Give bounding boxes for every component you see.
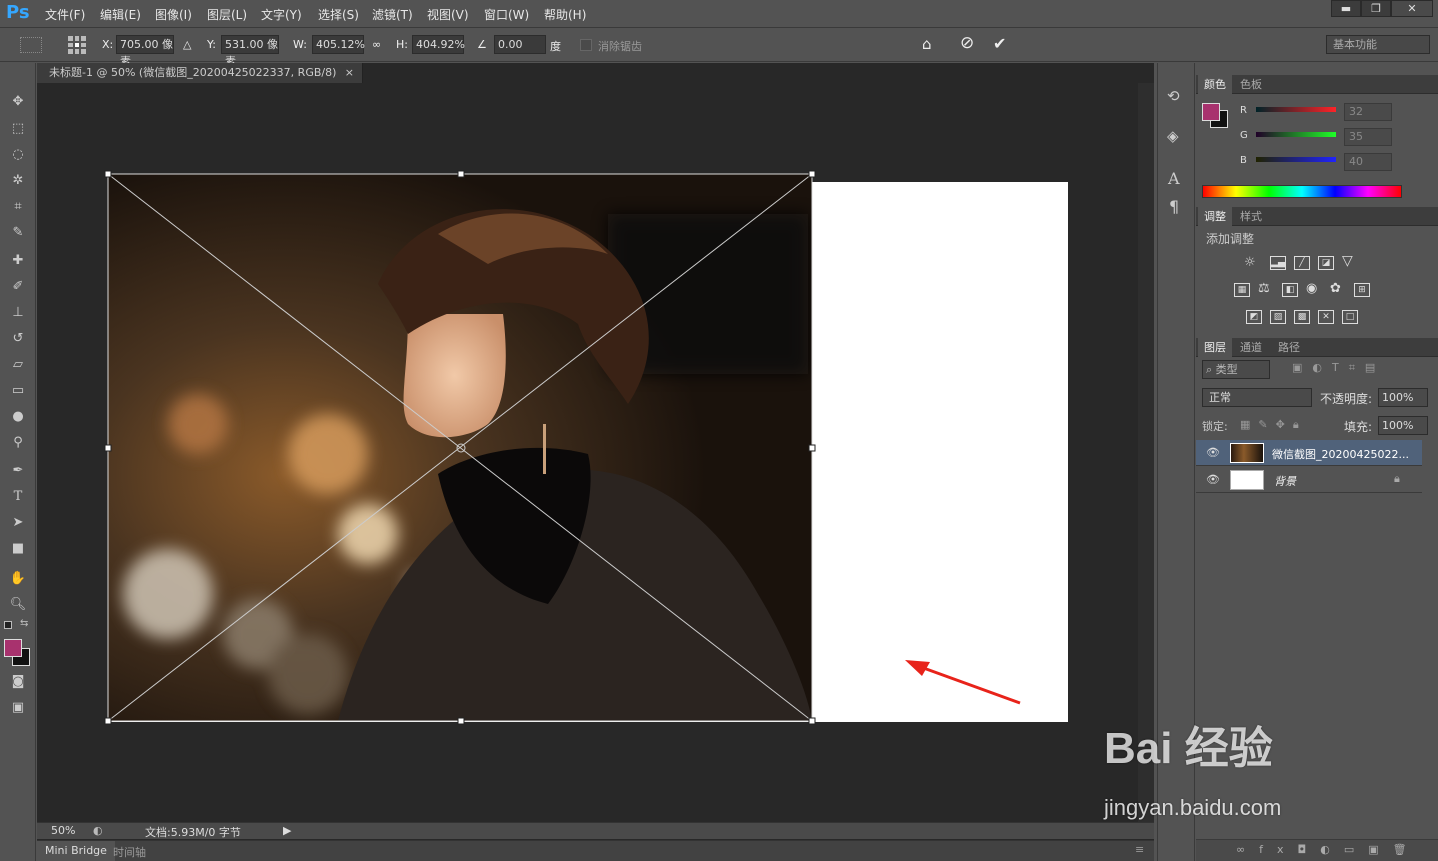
- layer-thumbnail: [1230, 470, 1264, 490]
- layers-footer: ∞fx◘◐▭▣🗑︎: [1196, 839, 1438, 861]
- transform-handle[interactable]: [808, 444, 816, 452]
- transform-handle[interactable]: [457, 170, 465, 178]
- layer-thumbnail: [1230, 443, 1264, 463]
- posterize-icon[interactable]: ▨: [1270, 310, 1286, 324]
- hue-saturation-icon[interactable]: ▦: [1234, 283, 1250, 297]
- fill-field[interactable]: 100%: [1378, 416, 1428, 435]
- transform-handle[interactable]: [104, 717, 112, 725]
- exposure-icon[interactable]: ◪: [1318, 256, 1334, 270]
- b-label: B: [1240, 155, 1247, 166]
- tab-timeline[interactable]: 时间轴: [113, 844, 146, 860]
- layer-filter-icons[interactable]: ▣◐T⌗▤: [1292, 361, 1385, 375]
- r-label: R: [1240, 105, 1247, 116]
- brightness-icon[interactable]: ☼: [1244, 255, 1256, 270]
- g-slider[interactable]: [1256, 132, 1336, 137]
- tab-swatches[interactable]: 色板: [1234, 75, 1268, 94]
- color-balance-icon[interactable]: ⚖: [1258, 281, 1270, 296]
- curves-icon[interactable]: ╱: [1294, 256, 1310, 270]
- tab-mini-bridge[interactable]: Mini Bridge: [37, 841, 115, 861]
- transform-handle[interactable]: [104, 170, 112, 178]
- layer-name[interactable]: 背景: [1274, 473, 1296, 489]
- vibrance-icon[interactable]: ▽: [1342, 253, 1353, 269]
- lock-icon: 🔒︎: [1394, 472, 1400, 485]
- opacity-field[interactable]: 100%: [1378, 388, 1428, 407]
- history-panel-icon[interactable]: ⟲: [1167, 87, 1180, 105]
- adjust-title: 添加调整: [1206, 232, 1255, 246]
- fg-color-chip[interactable]: [1202, 103, 1220, 121]
- transform-handle[interactable]: [808, 717, 816, 725]
- transform-handle[interactable]: [457, 717, 465, 725]
- black-white-icon[interactable]: ◧: [1282, 283, 1298, 297]
- layers-panel-tabs: 图层 通道 路径: [1196, 338, 1438, 357]
- adjust-panel-tabs: 调整 样式: [1196, 207, 1438, 226]
- r-slider[interactable]: [1256, 107, 1336, 112]
- layer-row-background[interactable]: 👁︎ 背景 🔒︎: [1196, 467, 1422, 493]
- transform-handle[interactable]: [808, 170, 816, 178]
- tab-paths[interactable]: 路径: [1272, 338, 1306, 357]
- document-info: 文档:5.93M/0 字节: [145, 826, 241, 839]
- g-label: G: [1240, 130, 1248, 141]
- bottom-panel-tabs: Mini Bridge 时间轴 ≡: [37, 840, 1154, 861]
- status-icon[interactable]: ◐: [93, 824, 103, 837]
- red-arrow-annotation: [905, 660, 1021, 705]
- tab-styles[interactable]: 样式: [1234, 207, 1268, 226]
- gradient-map-icon[interactable]: ✕: [1318, 310, 1334, 324]
- tab-channels[interactable]: 通道: [1234, 338, 1268, 357]
- g-value[interactable]: 35: [1344, 128, 1392, 146]
- color-spectrum[interactable]: [1202, 185, 1402, 198]
- invert-icon[interactable]: ◩: [1246, 310, 1262, 324]
- blend-mode-select[interactable]: 正常: [1202, 388, 1312, 407]
- fill-label: 填充:: [1344, 420, 1373, 434]
- lock-label: 锁定:: [1202, 420, 1228, 433]
- b-value[interactable]: 40: [1344, 153, 1392, 171]
- watermark-brand: Bai 经验: [1104, 724, 1273, 773]
- tab-color[interactable]: 颜色: [1198, 75, 1232, 94]
- color-lookup-icon[interactable]: ⊞: [1354, 283, 1370, 297]
- opacity-label: 不透明度:: [1320, 392, 1373, 406]
- tab-layers[interactable]: 图层: [1198, 338, 1232, 357]
- photo-filter-icon[interactable]: ◉: [1306, 281, 1317, 296]
- zoom-level[interactable]: 50%: [51, 824, 75, 837]
- channel-mixer-icon[interactable]: ✿: [1330, 281, 1341, 296]
- layer-filter-label: 类型: [1215, 363, 1238, 376]
- layer-name[interactable]: 微信截图_20200425022...: [1272, 446, 1409, 462]
- panel-menu-icon[interactable]: ≡: [1135, 843, 1144, 856]
- tab-adjustments[interactable]: 调整: [1198, 207, 1232, 226]
- eye-icon[interactable]: 👁︎: [1206, 473, 1220, 486]
- watermark-url: jingyan.baidu.com: [1104, 795, 1282, 820]
- selective-color-icon[interactable]: □: [1342, 310, 1358, 324]
- layer-row-photo[interactable]: 👁︎ 微信截图_20200425022...: [1196, 440, 1422, 466]
- status-menu-arrow-icon[interactable]: ▶: [283, 824, 291, 837]
- layer-filter-select[interactable]: ⌕ 类型: [1202, 360, 1270, 379]
- character-panel-icon[interactable]: A: [1168, 169, 1180, 188]
- levels-icon[interactable]: ▂▄: [1270, 256, 1286, 270]
- transform-handle[interactable]: [104, 444, 112, 452]
- r-value[interactable]: 32: [1344, 103, 1392, 121]
- b-slider[interactable]: [1256, 157, 1336, 162]
- layer-action-icons[interactable]: ∞fx◘◐▭▣🗑︎: [1236, 843, 1421, 856]
- properties-panel-icon[interactable]: ◈: [1167, 127, 1179, 145]
- color-panel-tabs: 颜色 色板: [1196, 75, 1438, 94]
- paragraph-panel-icon[interactable]: ¶: [1169, 197, 1179, 216]
- threshold-icon[interactable]: ▩: [1294, 310, 1310, 324]
- eye-icon[interactable]: 👁︎: [1206, 446, 1220, 459]
- lock-icons[interactable]: ▦✎✥🔒︎: [1240, 418, 1307, 432]
- status-bar: 50% ◐ 文档:5.93M/0 字节 ▶: [37, 822, 1154, 839]
